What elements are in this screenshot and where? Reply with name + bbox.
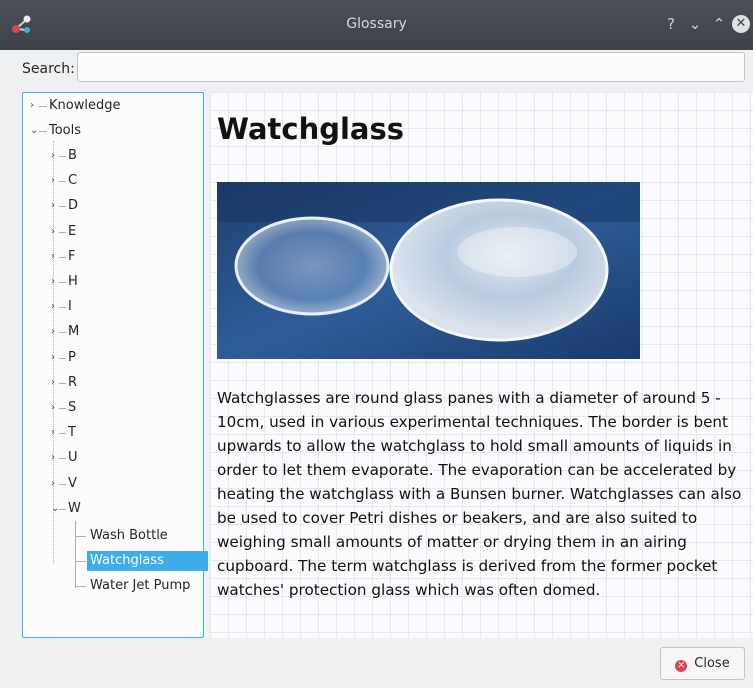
tree-item-label: U bbox=[68, 450, 78, 466]
tree-line bbox=[76, 536, 86, 537]
close-button[interactable]: ✕ Close bbox=[660, 647, 745, 680]
tree-item-label: Knowledge bbox=[49, 98, 121, 113]
close-icon: ✕ bbox=[675, 659, 688, 672]
tree-item-label: F bbox=[68, 248, 76, 264]
window-title: Glossary bbox=[346, 16, 407, 32]
search-label: Search: bbox=[22, 61, 75, 77]
search-input[interactable] bbox=[77, 52, 745, 82]
tree-item-label: E bbox=[68, 223, 77, 239]
maximize-button[interactable]: ⌃ bbox=[709, 14, 729, 34]
tree-line bbox=[59, 332, 66, 334]
title-bar[interactable]: Glossary ? ⌄ ⌃ ✕ bbox=[0, 0, 753, 50]
tree-line bbox=[59, 483, 66, 485]
tree-line bbox=[76, 586, 86, 587]
tree-item-label: V bbox=[68, 475, 77, 491]
tree-item-label: H bbox=[68, 274, 78, 289]
tree-line bbox=[59, 206, 66, 208]
tree-line bbox=[76, 561, 86, 562]
tree-line bbox=[59, 382, 66, 384]
tree-item-watchglass[interactable]: Watchglass bbox=[76, 551, 208, 571]
tree-line bbox=[39, 131, 47, 132]
tree-item-water-jet-pump[interactable]: Water Jet Pump bbox=[76, 576, 202, 596]
tree-item-label: T bbox=[68, 425, 76, 441]
article-text: Watchglasses are round glass panes with … bbox=[217, 389, 742, 599]
tree-line bbox=[59, 357, 66, 359]
tree-line bbox=[59, 307, 66, 309]
tree-item-label: Wash Bottle bbox=[90, 528, 168, 543]
tree-item-label: S bbox=[68, 400, 77, 415]
article-view[interactable]: Watchglass Watchglasses are round glass … bbox=[210, 92, 753, 638]
tree-line bbox=[59, 256, 66, 258]
minimize-button[interactable]: ⌄ bbox=[685, 14, 705, 34]
tree-item-label: P bbox=[68, 349, 76, 365]
article-title: Watchglass bbox=[217, 112, 405, 146]
tree-item-label: B bbox=[68, 148, 77, 163]
glossary-tree[interactable]: › Knowledge ⌄ Tools › B › C › D › E › F › H › I › M › P › R… bbox=[22, 92, 208, 638]
tree-line bbox=[59, 408, 66, 409]
tree-line bbox=[59, 508, 66, 510]
tree-item-label: I bbox=[68, 299, 72, 315]
help-button[interactable]: ? bbox=[661, 14, 681, 34]
tree-line bbox=[59, 458, 66, 460]
close-button-label: Close bbox=[694, 655, 730, 671]
tree-line bbox=[39, 106, 47, 107]
tree-line bbox=[59, 231, 66, 233]
tree-line bbox=[59, 156, 66, 157]
tree-item-wash-bottle[interactable]: Wash Bottle bbox=[76, 526, 202, 546]
watchglass-image bbox=[217, 182, 640, 359]
tree-item-label: R bbox=[68, 374, 78, 390]
tree-item-label: W bbox=[68, 500, 81, 516]
tree-line bbox=[59, 282, 66, 283]
tree-line bbox=[59, 433, 66, 435]
tree-item-label: Watchglass bbox=[87, 551, 208, 571]
tree-item-label: Tools bbox=[49, 123, 82, 138]
tree-item-label: Water Jet Pump bbox=[90, 578, 191, 593]
tree-item-label: C bbox=[68, 173, 78, 189]
tree-item-label: D bbox=[68, 198, 79, 214]
tree-item-label: M bbox=[68, 324, 80, 340]
close-window-button[interactable]: ✕ bbox=[732, 15, 750, 33]
tree-line bbox=[59, 181, 66, 183]
